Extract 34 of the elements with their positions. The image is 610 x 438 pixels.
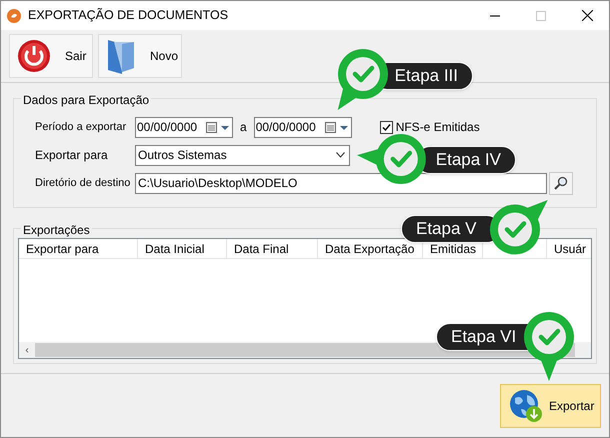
column-header[interactable]: Data Inicial — [138, 239, 227, 259]
folder-icon — [106, 38, 136, 74]
date-field[interactable]: 00/00/0000 — [254, 116, 352, 138]
dropdown[interactable]: Outros Sistemas — [135, 144, 350, 166]
check-pin-icon — [489, 200, 548, 255]
checkbox[interactable] — [380, 120, 393, 134]
field-label: a — [240, 119, 247, 136]
field-label: Exportar para — [35, 147, 109, 164]
field-label: Período a exportar — [35, 120, 128, 135]
date-field[interactable]: 00/00/0000 — [135, 116, 233, 138]
app-icon — [7, 8, 21, 22]
search-icon — [554, 176, 568, 190]
check-pin-icon — [523, 311, 575, 381]
field-label: Diretório de destino — [35, 176, 132, 191]
check-pin-icon — [337, 48, 389, 110]
scroll-left-arrow[interactable]: ‹ — [19, 342, 35, 358]
check-icon — [382, 122, 391, 132]
directory-field[interactable]: C:\Usuario\Desktop\MODELO — [135, 172, 547, 194]
column-header[interactable]: Usuár — [547, 239, 591, 259]
check-pin-icon — [357, 133, 427, 185]
toolbar-button[interactable]: Novo — [98, 34, 182, 78]
window-title: EXPORTAÇÃO DE DOCUMENTOS — [28, 7, 228, 24]
column-header[interactable]: Exportar para — [19, 239, 138, 259]
chevron-down-icon — [336, 152, 345, 158]
checkbox-label: NFS-e Emitidas — [396, 119, 480, 136]
calendar-dropdown-icon[interactable] — [206, 122, 230, 132]
calendar-dropdown-icon[interactable] — [324, 122, 349, 132]
toolbar-button[interactable]: Sair — [9, 34, 93, 78]
export-button[interactable]: Exportar — [500, 384, 601, 428]
globe-download-icon — [509, 388, 543, 422]
power-icon — [17, 39, 51, 73]
close-icon[interactable] — [582, 10, 593, 21]
search-button[interactable] — [549, 172, 573, 194]
column-header[interactable]: Data Final — [227, 239, 318, 259]
